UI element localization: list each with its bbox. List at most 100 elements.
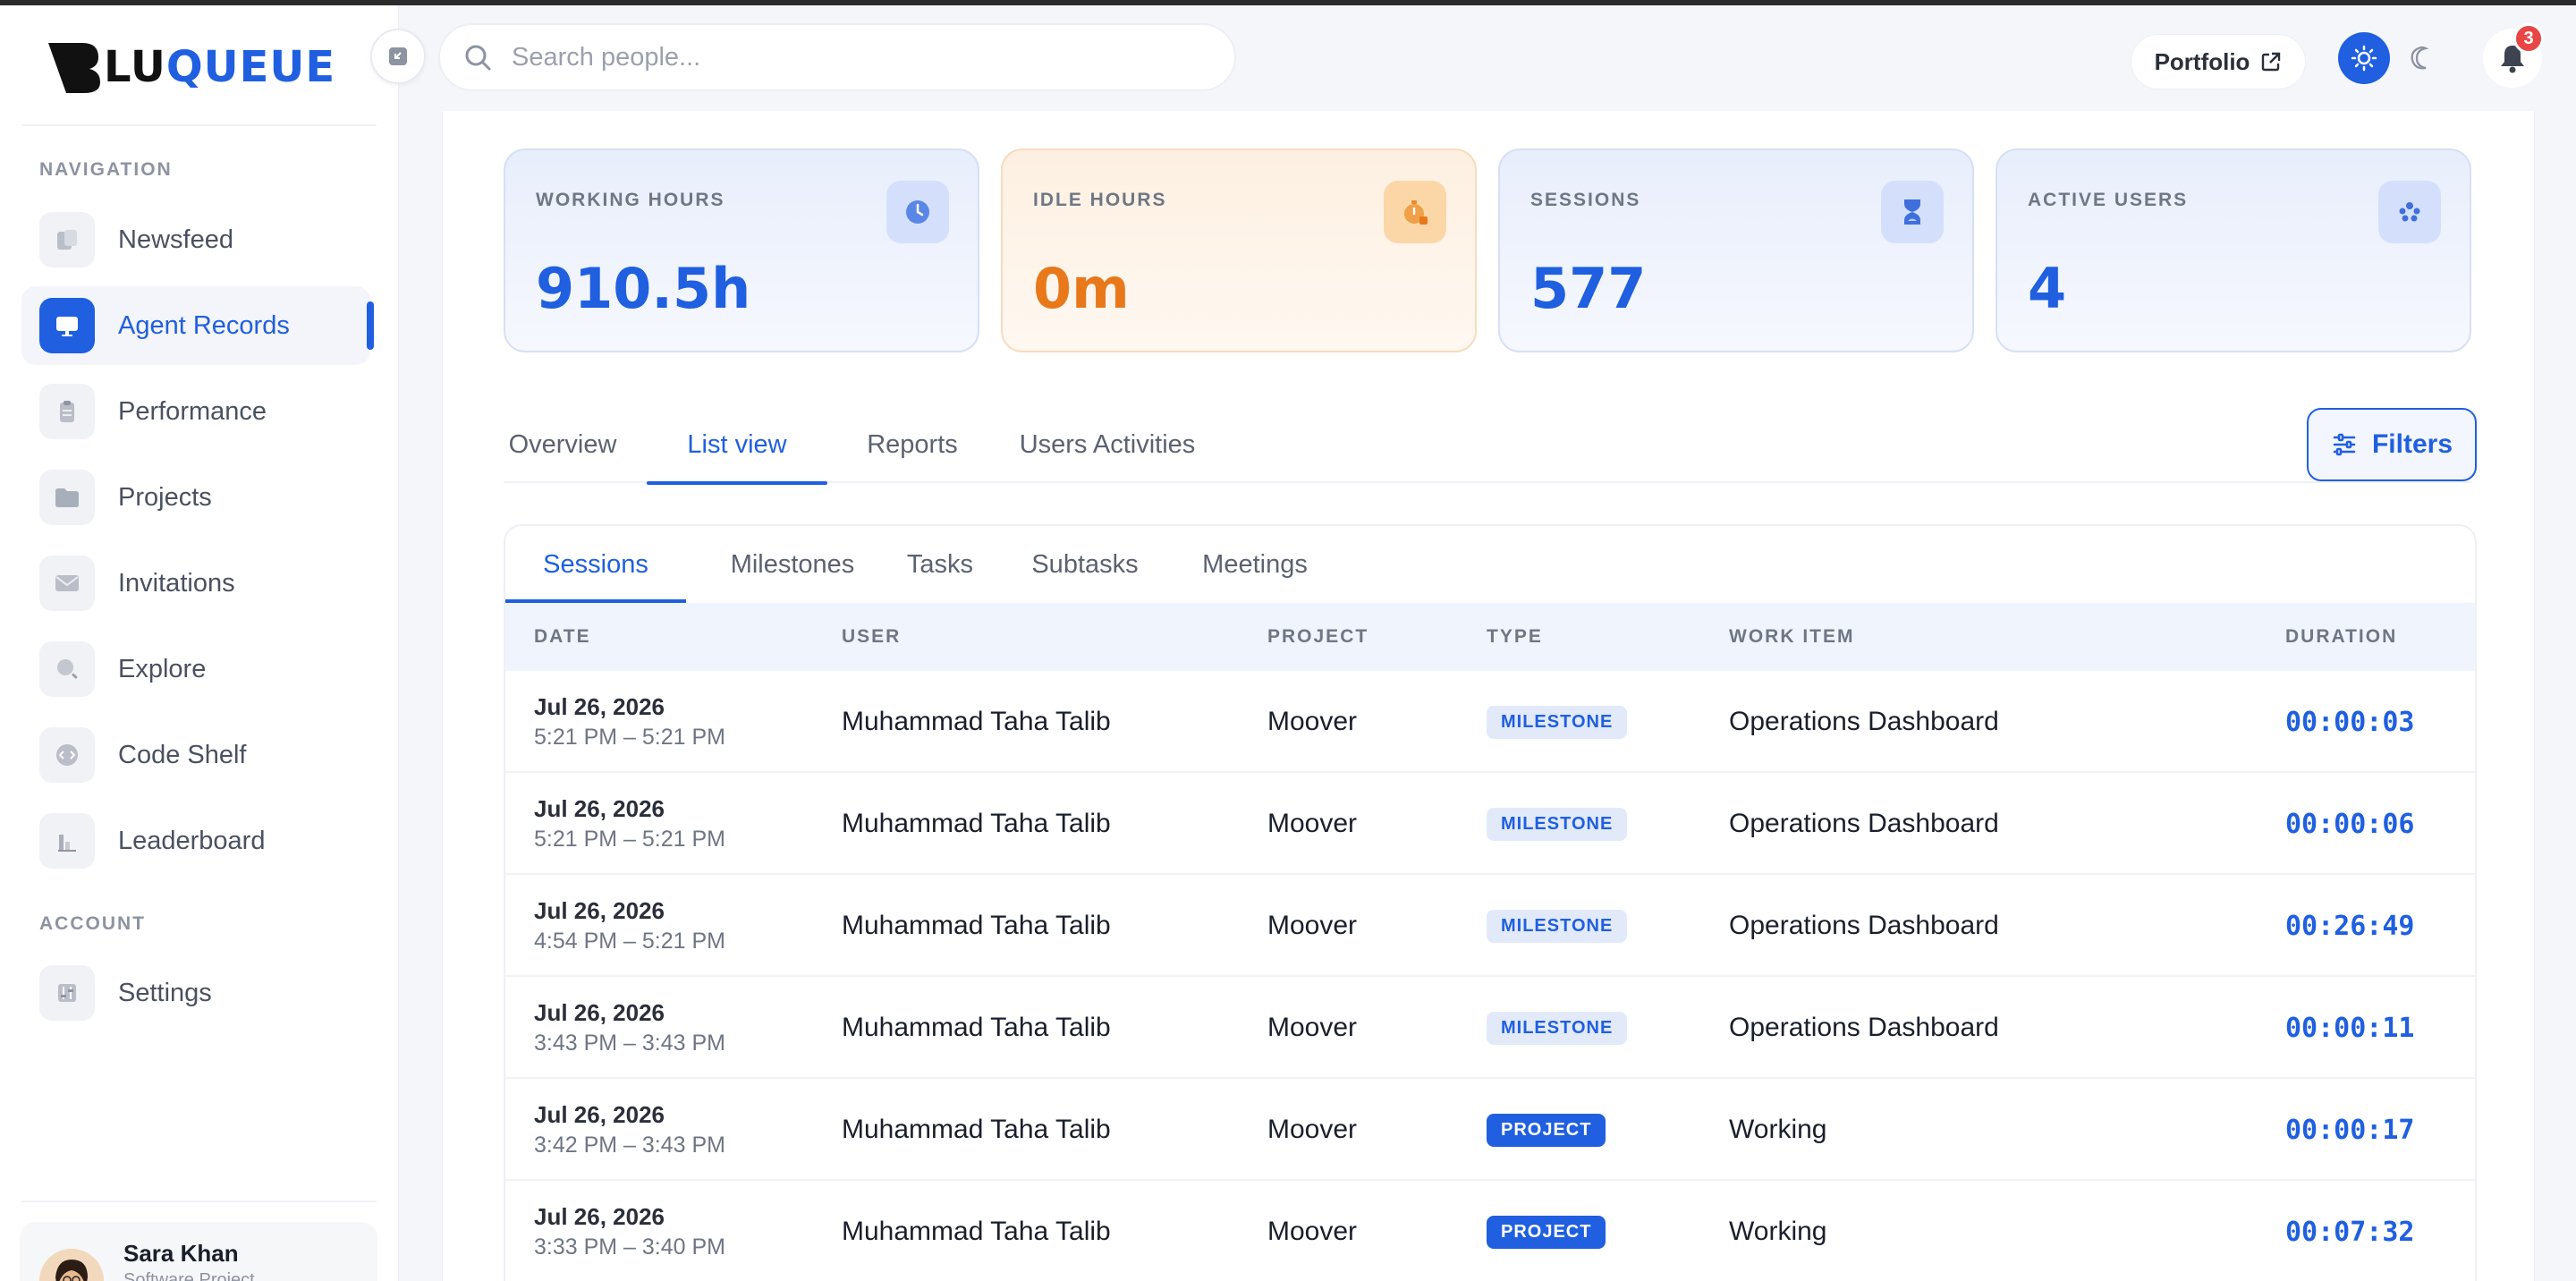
column-header-date[interactable]: DATE xyxy=(534,603,591,671)
search-icon xyxy=(39,641,95,697)
active-nav-indicator xyxy=(367,301,374,350)
profile-name: Sara Khan xyxy=(123,1240,239,1267)
stat-card-sessions: SESSIONS 577 xyxy=(1498,148,1974,352)
sidebar-item-label: Agent Records xyxy=(118,310,290,340)
monitor-icon xyxy=(39,298,95,353)
avatar xyxy=(39,1249,104,1281)
sidebar-item-performance[interactable]: Performance xyxy=(21,372,370,451)
collapse-sidebar-button[interactable] xyxy=(370,29,426,84)
table-row[interactable]: Jul 26, 2026 5:21 PM – 5:21 PM Muhammad Ta… xyxy=(505,773,2475,875)
tab-list-view[interactable]: List view xyxy=(647,406,827,485)
sidebar-item-agent-records[interactable]: Agent Records xyxy=(21,286,370,365)
user-cell: Muhammad Taha Talib xyxy=(842,1013,1111,1042)
user-cell: Muhammad Taha Talib xyxy=(842,1115,1111,1144)
date-cell: Jul 26, 2026 5:21 PM – 5:21 PM xyxy=(534,773,725,875)
tab-reports[interactable]: Reports xyxy=(852,406,972,483)
subtab-subtasks[interactable]: Subtasks xyxy=(1013,526,1157,603)
subtab-sessions[interactable]: Sessions xyxy=(505,526,686,603)
sidebar-item-newsfeed[interactable]: Newsfeed xyxy=(21,200,370,279)
dark-theme-toggle[interactable] xyxy=(2395,32,2447,84)
type-badge: MILESTONE xyxy=(1487,1011,1628,1045)
subtab-milestones[interactable]: Milestones xyxy=(716,526,869,603)
app-logo[interactable]: LUQUEUE xyxy=(47,36,335,98)
table-row[interactable]: Jul 26, 2026 3:33 PM – 3:40 PM Muhammad Ta… xyxy=(505,1181,2475,1281)
duration-cell: 00:00:17 xyxy=(2285,1079,2415,1181)
session-time-range: 5:21 PM – 5:21 PM xyxy=(534,725,726,750)
subtab-meetings[interactable]: Meetings xyxy=(1185,526,1325,603)
project-cell: Moover xyxy=(1267,1013,1358,1042)
light-theme-toggle[interactable] xyxy=(2338,32,2390,84)
column-header-duration[interactable]: DURATION xyxy=(2285,603,2397,671)
sidebar-item-explore[interactable]: Explore xyxy=(21,630,370,708)
timer-icon xyxy=(1384,181,1446,243)
sidebar: LUQUEUE NAVIGATION Newsfeed Agent Record… xyxy=(0,5,399,1281)
logo-text-part1: LU xyxy=(104,42,166,92)
project-cell: Moover xyxy=(1267,911,1358,940)
portfolio-button[interactable]: Portfolio xyxy=(2131,34,2306,89)
table-row[interactable]: Jul 26, 2026 3:43 PM – 3:43 PM Muhammad Ta… xyxy=(505,977,2475,1079)
work-item-cell: Operations Dashboard xyxy=(1729,809,1999,838)
column-header-type[interactable]: TYPE xyxy=(1487,603,1543,671)
type-cell: MILESTONE xyxy=(1487,773,1628,875)
table-row[interactable]: Jul 26, 2026 5:21 PM – 5:21 PM Muhammad Ta… xyxy=(505,671,2475,773)
main-content: WORKING HOURS 910.5h IDLE HOURS 0m SESSI… xyxy=(442,111,2535,1281)
nav-section-title: NAVIGATION xyxy=(39,159,173,180)
sidebar-item-label: Explore xyxy=(118,654,207,683)
session-time-range: 3:42 PM – 3:43 PM xyxy=(534,1133,726,1158)
external-link-icon xyxy=(2262,52,2281,72)
type-badge: MILESTONE xyxy=(1487,705,1628,739)
stat-value: 4 xyxy=(2028,256,2067,321)
table-row[interactable]: Jul 26, 2026 3:42 PM – 3:43 PM Muhammad Ta… xyxy=(505,1079,2475,1181)
sidebar-item-leaderboard[interactable]: Leaderboard xyxy=(21,802,370,880)
collapse-icon xyxy=(389,47,407,65)
type-cell: PROJECT xyxy=(1487,1181,1606,1281)
sidebar-item-projects[interactable]: Projects xyxy=(21,458,370,537)
user-profile-card[interactable]: Sara Khan Software Project xyxy=(20,1222,377,1281)
stat-value: 577 xyxy=(1530,256,1647,321)
tab-overview[interactable]: Overview xyxy=(504,406,622,483)
search-input[interactable] xyxy=(512,42,1209,72)
duration-cell: 00:00:06 xyxy=(2285,773,2415,875)
stat-card-working-hours: WORKING HOURS 910.5h xyxy=(504,148,979,352)
date-cell: Jul 26, 2026 3:33 PM – 3:40 PM xyxy=(534,1181,725,1281)
profile-subtitle: Software Project xyxy=(123,1270,255,1281)
column-header-work-item[interactable]: WORK ITEM xyxy=(1729,603,1854,671)
sun-icon xyxy=(2351,45,2377,72)
sessions-table-card: Sessions Milestones Tasks Subtasks Meeti… xyxy=(504,524,2477,1281)
envelope-icon xyxy=(39,556,95,611)
session-time-range: 3:33 PM – 3:40 PM xyxy=(534,1234,726,1260)
project-cell: Moover xyxy=(1267,1217,1358,1246)
filter-sliders-icon xyxy=(2333,433,2356,456)
type-cell: MILESTONE xyxy=(1487,671,1628,773)
sidebar-item-code-shelf[interactable]: Code Shelf xyxy=(21,716,370,794)
sidebar-item-settings[interactable]: Settings xyxy=(21,954,370,1032)
type-badge: MILESTONE xyxy=(1487,909,1628,943)
notification-count-badge: 3 xyxy=(2513,23,2544,54)
column-header-project[interactable]: PROJECT xyxy=(1267,603,1368,671)
column-header-user[interactable]: USER xyxy=(842,603,901,671)
table-row[interactable]: Jul 26, 2026 4:54 PM – 5:21 PM Muhammad Ta… xyxy=(505,875,2475,977)
sidebar-item-label: Leaderboard xyxy=(118,826,266,855)
record-type-tabs: Sessions Milestones Tasks Subtasks Meeti… xyxy=(505,526,2475,603)
users-icon xyxy=(2378,181,2441,243)
duration-cell: 00:07:32 xyxy=(2285,1181,2415,1281)
account-section-title: ACCOUNT xyxy=(39,913,146,934)
project-cell: Moover xyxy=(1267,707,1358,736)
subtab-tasks[interactable]: Tasks xyxy=(895,526,985,603)
newsfeed-icon xyxy=(39,212,95,267)
clock-icon xyxy=(886,181,949,243)
work-item-cell: Operations Dashboard xyxy=(1729,707,1999,736)
clipboard-icon xyxy=(39,384,95,439)
tab-users-activities[interactable]: Users Activities xyxy=(996,406,1219,483)
code-icon xyxy=(39,727,95,783)
search-bar[interactable] xyxy=(438,23,1236,91)
sidebar-item-label: Invitations xyxy=(118,568,235,598)
sidebar-item-invitations[interactable]: Invitations xyxy=(21,544,370,623)
stat-label: IDLE HOURS xyxy=(1033,190,1167,210)
work-item-cell: Operations Dashboard xyxy=(1729,1013,1999,1042)
sliders-icon xyxy=(39,965,95,1021)
filters-button[interactable]: Filters xyxy=(2307,408,2477,481)
stat-value: 910.5h xyxy=(536,256,751,321)
work-item-cell: Working xyxy=(1729,1217,1827,1246)
work-item-cell: Working xyxy=(1729,1115,1827,1144)
